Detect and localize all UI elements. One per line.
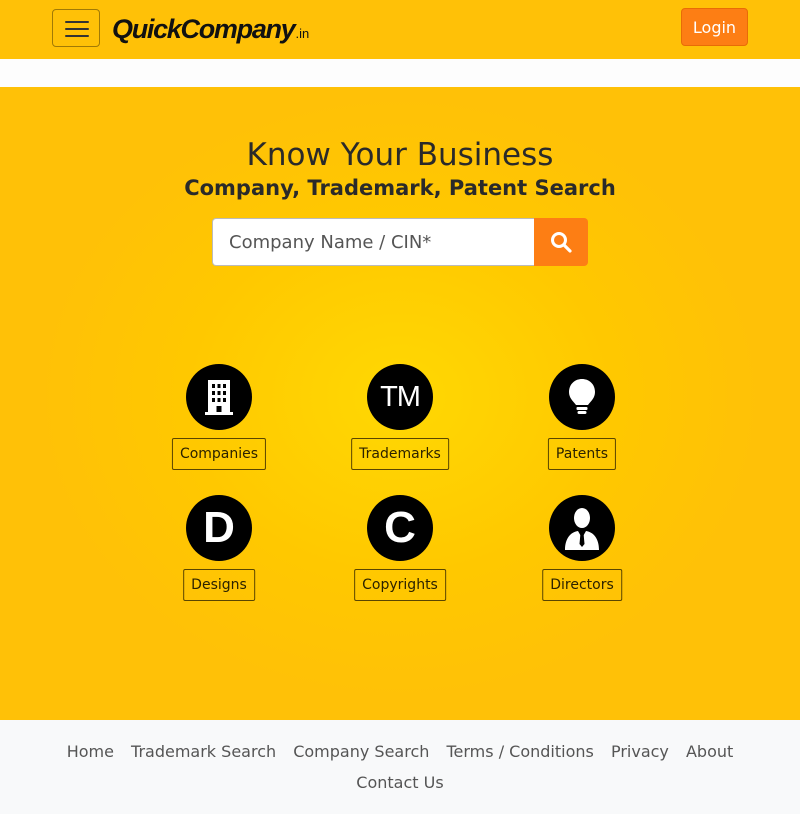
footer-link-home[interactable]: Home [67, 742, 114, 761]
tm-glyph: TM [380, 381, 421, 413]
category-label: Companies [171, 438, 267, 470]
category-patents[interactable]: Patents [502, 364, 662, 474]
category-companies[interactable]: Companies [139, 364, 299, 474]
search-icon [551, 232, 572, 253]
hero-section: Know Your Business Company, Trademark, P… [0, 87, 800, 720]
logo-domain: .in [295, 26, 310, 41]
category-directors[interactable]: Directors [502, 495, 662, 605]
designs-glyph: D [203, 503, 235, 552]
copyright-icon: C [367, 495, 433, 561]
header-divider-band [0, 59, 800, 87]
director-icon [549, 495, 615, 561]
hamburger-icon-bar [65, 21, 89, 23]
category-copyrights[interactable]: C Copyrights [320, 495, 480, 605]
company-search-input[interactable] [212, 218, 534, 266]
footer-link-company-search[interactable]: Company Search [293, 742, 429, 761]
category-label: Designs [183, 569, 255, 601]
hamburger-icon-bar [65, 35, 89, 37]
top-navbar: QuickCompany .in Login [0, 0, 800, 59]
category-label: Patents [547, 438, 617, 470]
search-form [212, 218, 588, 266]
copyright-glyph: C [384, 503, 416, 552]
search-button[interactable] [534, 218, 588, 266]
footer-nav: Home Trademark Search Company Search Ter… [0, 740, 800, 764]
category-trademarks[interactable]: TM Trademarks [320, 364, 480, 474]
category-designs[interactable]: D Designs [139, 495, 299, 605]
category-label: Trademarks [351, 438, 449, 470]
login-button[interactable]: Login [681, 8, 748, 46]
footer-link-contact[interactable]: Contact Us [356, 773, 443, 792]
footer-link-trademark-search[interactable]: Trademark Search [131, 742, 276, 761]
site-logo[interactable]: QuickCompany .in [112, 10, 309, 44]
menu-toggle-button[interactable] [52, 9, 100, 47]
logo-wordmark: QuickCompany [112, 14, 296, 44]
hamburger-icon-bar [65, 28, 89, 30]
category-label: Copyrights [354, 569, 446, 601]
footer-link-about[interactable]: About [686, 742, 733, 761]
category-label: Directors [542, 569, 622, 601]
hero-title: Know Your Business [246, 137, 554, 173]
tm-icon: TM [367, 364, 433, 430]
footer-link-privacy[interactable]: Privacy [611, 742, 669, 761]
footer: Home Trademark Search Company Search Ter… [0, 720, 800, 814]
footer-link-terms[interactable]: Terms / Conditions [446, 742, 593, 761]
lightbulb-icon [549, 364, 615, 430]
footer-nav-row2: Contact Us [0, 771, 800, 795]
building-icon [186, 364, 252, 430]
designs-icon: D [186, 495, 252, 561]
hero-subtitle: Company, Trademark, Patent Search [184, 176, 616, 200]
